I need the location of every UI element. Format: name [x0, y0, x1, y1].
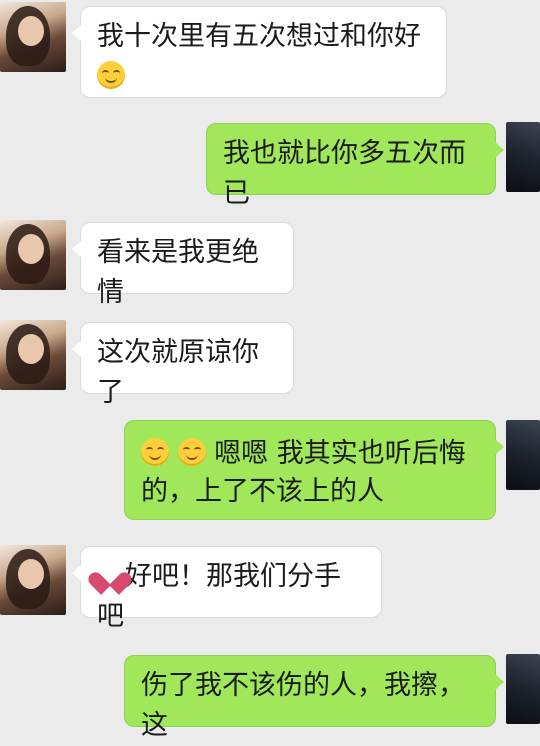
message-text: 看来是我更绝情 [97, 237, 259, 308]
message-text: 好吧！那我们分手吧 [97, 561, 341, 632]
broken-heart-icon [97, 563, 123, 587]
message-text-line-2: 的，上了不该上的人 [141, 476, 384, 507]
message-bubble-incoming: 看来是我更绝情 [72, 222, 294, 308]
message-text: 伤了我不该伤的人，我擦，这 [141, 670, 465, 741]
avatar-contact[interactable] [0, 545, 66, 615]
message-text: 我十次里有五次想过和你好 [97, 21, 421, 52]
message-bubble-incoming: 好吧！那我们分手吧 [72, 546, 382, 632]
avatar-self[interactable] [506, 420, 540, 490]
message-bubble-outgoing: 我也就比你多五次而已 [206, 123, 504, 209]
message-bubble-outgoing: 伤了我不该伤的人，我擦，这 [124, 655, 504, 741]
smile-emoji-icon [177, 438, 206, 466]
message-text: 我也就比你多五次而已 [223, 138, 466, 209]
avatar-contact[interactable] [0, 2, 66, 72]
message-text-line-1: 嗯嗯 我其实也听后悔 [214, 438, 466, 469]
message-bubble-outgoing: 嗯嗯 我其实也听后悔 的，上了不该上的人 [124, 420, 504, 520]
avatar-self[interactable] [506, 654, 540, 724]
smile-emoji-icon [141, 438, 169, 466]
smile-emoji-icon [97, 61, 125, 89]
avatar-self[interactable] [506, 122, 540, 192]
message-text: 这次就原谅你了 [97, 337, 259, 408]
message-bubble-incoming: 这次就原谅你了 [72, 322, 294, 408]
avatar-contact[interactable] [0, 220, 66, 290]
message-bubble-incoming: 我十次里有五次想过和你好 [72, 6, 447, 98]
avatar-contact[interactable] [0, 320, 66, 390]
